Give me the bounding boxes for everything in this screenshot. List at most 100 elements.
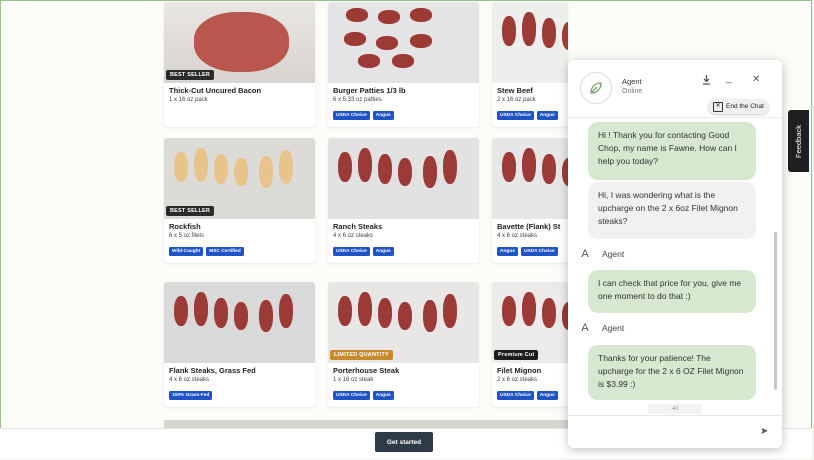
product-title[interactable]: Ranch Steaks (333, 222, 382, 231)
product-tags: USDA Choice Angus (333, 247, 394, 256)
product-tag: Angus (372, 247, 394, 256)
product-card[interactable]: Burger Patties 1/3 lb 6 x 5.33 oz patties… (328, 2, 479, 127)
product-card[interactable]: LIMITED QUANTITY Porterhouse Steak 1 x 16 … (328, 282, 479, 407)
chat-sender: A Agent (578, 248, 624, 260)
chat-sender: A Agent (578, 322, 624, 334)
meat-shape (194, 148, 208, 182)
chat-message-user: Hi, I was wondering what is the upcharge… (588, 182, 756, 239)
product-image[interactable]: LIMITED QUANTITY (328, 282, 479, 363)
product-card[interactable]: Bavette (Flank) St 4 x 6 oz steaks Angus US… (492, 138, 568, 263)
product-tag: USDA Choice (520, 247, 558, 256)
product-size: 6 x 5.33 oz patties (333, 97, 382, 103)
close-icon[interactable]: ✕ (752, 74, 760, 85)
chat-message-agent: I can check that price for you, give me … (588, 270, 756, 313)
meat-shape (214, 154, 228, 184)
meat-shape (542, 18, 556, 48)
meat-shape (522, 12, 536, 46)
product-tag: USDA Choice (333, 111, 370, 120)
product-image[interactable]: BEST SELLER (164, 2, 315, 83)
feedback-label: Feedback (794, 124, 803, 158)
get-started-button[interactable]: Get started (375, 432, 433, 452)
meat-shape (392, 54, 414, 68)
product-size: 4 x 6 oz steaks (333, 233, 374, 239)
product-tag: Angus (497, 247, 518, 256)
product-card[interactable]: Flank Steaks, Grass Fed 4 x 6 oz steaks 10… (164, 282, 315, 407)
product-tags: 100% Grass-Fed (169, 391, 213, 400)
product-title[interactable]: Bavette (Flank) St (497, 222, 560, 231)
product-size: 2 x 6 oz steaks (497, 377, 538, 383)
meat-shape (542, 298, 556, 328)
product-title[interactable]: Porterhouse Steak (333, 366, 399, 375)
product-tag: Angus (372, 111, 394, 120)
product-image[interactable]: BEST SELLER (164, 138, 315, 219)
product-tag: USDA Choice (497, 111, 534, 120)
meat-shape (423, 300, 437, 332)
product-title[interactable]: Stew Beef (497, 86, 533, 95)
meat-shape (358, 148, 372, 182)
product-card[interactable]: BEST SELLER Thick-Cut Uncured Bacon 1 x 16… (164, 2, 315, 127)
end-chat-label: End the Chat (726, 103, 764, 110)
feedback-tab[interactable]: Feedback (788, 110, 809, 172)
meat-shape (358, 54, 380, 68)
product-size: 1 x 16 oz steak (333, 377, 374, 383)
product-tag: Angus (536, 111, 558, 120)
agent-name: Agent (622, 77, 642, 86)
product-card[interactable]: BEST SELLER Rockfish 6 x 5 oz filets Wild-C… (164, 138, 315, 263)
meat-shape (346, 8, 368, 22)
send-icon[interactable]: ➤ (760, 426, 768, 437)
meat-shape (259, 156, 273, 188)
meat-shape (502, 152, 516, 182)
meat-shape (378, 10, 400, 24)
product-size: 4 x 6 oz steaks (497, 233, 538, 239)
agent-avatar: A (581, 322, 589, 334)
product-image[interactable] (164, 282, 315, 363)
product-size: 4 x 6 oz steaks (169, 377, 210, 383)
download-icon[interactable] (702, 75, 711, 88)
end-chat-icon: ✕ (713, 101, 723, 112)
meat-shape (522, 148, 536, 182)
product-tag: Angus (536, 391, 558, 400)
product-card[interactable]: Stew Beef 2 x 16 oz pack USDA Choice Angus (492, 2, 568, 127)
meat-shape (398, 302, 412, 330)
meat-shape (174, 152, 188, 182)
product-tags: USDA Choice Angus (497, 111, 558, 120)
minimize-icon[interactable]: _ (726, 73, 732, 84)
agent-status: Online (622, 88, 643, 95)
product-size: 1 x 16 oz pack (169, 97, 208, 103)
product-image[interactable] (328, 2, 479, 83)
meat-shape (234, 158, 248, 186)
product-badge: LIMITED QUANTITY (330, 350, 393, 360)
meat-shape (423, 156, 437, 188)
product-image[interactable] (492, 138, 568, 219)
chat-message-agent: Hi ! Thank you for contacting Good Chop,… (588, 122, 756, 180)
meat-shape (410, 8, 432, 22)
meat-shape (378, 298, 392, 328)
product-image[interactable] (492, 2, 568, 83)
product-image[interactable]: Premium Cut (492, 282, 568, 363)
sender-name: Agent (602, 249, 625, 259)
meat-shape (338, 152, 352, 182)
product-tag: USDA Choice (497, 391, 534, 400)
chat-scrollbar[interactable] (774, 232, 777, 390)
meat-shape (376, 36, 398, 50)
product-title[interactable]: Flank Steaks, Grass Fed (169, 366, 256, 375)
end-chat-button[interactable]: ✕ End the Chat (708, 99, 769, 114)
meat-shape (542, 154, 556, 184)
product-title[interactable]: Filet Mignon (497, 366, 541, 375)
product-title[interactable]: Burger Patties 1/3 lb (333, 86, 406, 95)
product-title[interactable]: Thick-Cut Uncured Bacon (169, 86, 261, 95)
meat-shape (358, 292, 372, 326)
chat-header: Agent Online _ ✕ ✕ End the Chat (568, 60, 782, 118)
meat-shape (398, 158, 412, 186)
product-tag: 100% Grass-Fed (169, 391, 213, 400)
product-card[interactable]: Premium Cut Filet Mignon 2 x 6 oz steaks US… (492, 282, 568, 407)
product-title[interactable]: Rockfish (169, 222, 201, 231)
chat-composer[interactable]: ➤ (568, 415, 782, 448)
product-size: 6 x 5 oz filets (169, 233, 205, 239)
product-card[interactable]: Ranch Steaks 4 x 6 oz steaks USDA Choice An… (328, 138, 479, 263)
meat-shape (378, 154, 392, 184)
product-image[interactable] (328, 138, 479, 219)
product-tags: USDA Choice Angus (333, 111, 394, 120)
product-tag: MSC Certified (206, 247, 244, 256)
product-tags: USDA Choice Angus (497, 391, 558, 400)
